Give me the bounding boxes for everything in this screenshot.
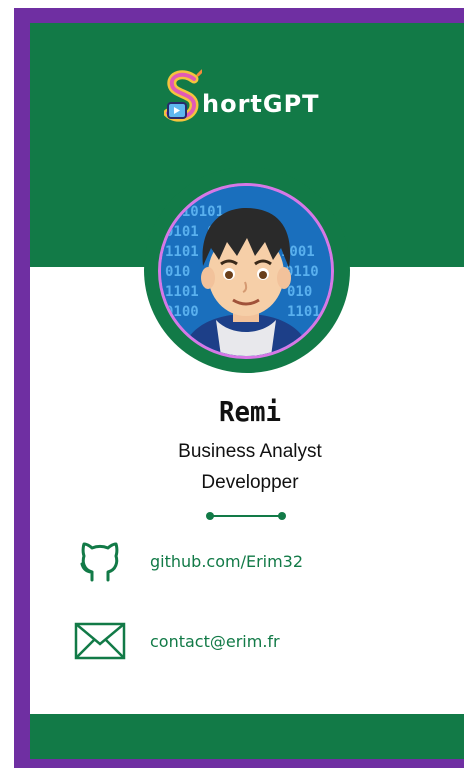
shortgpt-s-logo-icon [163,69,204,127]
divider [206,509,286,521]
logo-text: hortGPT [202,90,320,118]
avatar: 1010101 0101 0110 1101 1001 010 0110 110… [158,183,334,359]
footer-band [30,714,464,759]
svg-text:1101: 1101 [287,304,321,320]
svg-text:1101: 1101 [165,244,199,260]
logo: hortGPT [163,68,320,128]
person-name: Remi [218,395,282,428]
role-line-1: Business Analyst [178,441,322,462]
envelope-icon [72,617,128,665]
svg-text:1101: 1101 [165,284,199,300]
business-card: hortGPT 1010101 0101 0110 1101 1001 010 … [30,23,464,759]
role-line-2: Developper [201,472,299,493]
email-contact-row[interactable]: contact@erim.fr [72,617,280,665]
svg-text:010: 010 [287,284,312,300]
svg-text:010: 010 [165,264,190,280]
email-link[interactable]: contact@erim.fr [150,632,280,651]
github-link[interactable]: github.com/Erim32 [150,552,303,571]
github-contact-row[interactable]: github.com/Erim32 [72,537,303,585]
github-icon [72,537,128,585]
